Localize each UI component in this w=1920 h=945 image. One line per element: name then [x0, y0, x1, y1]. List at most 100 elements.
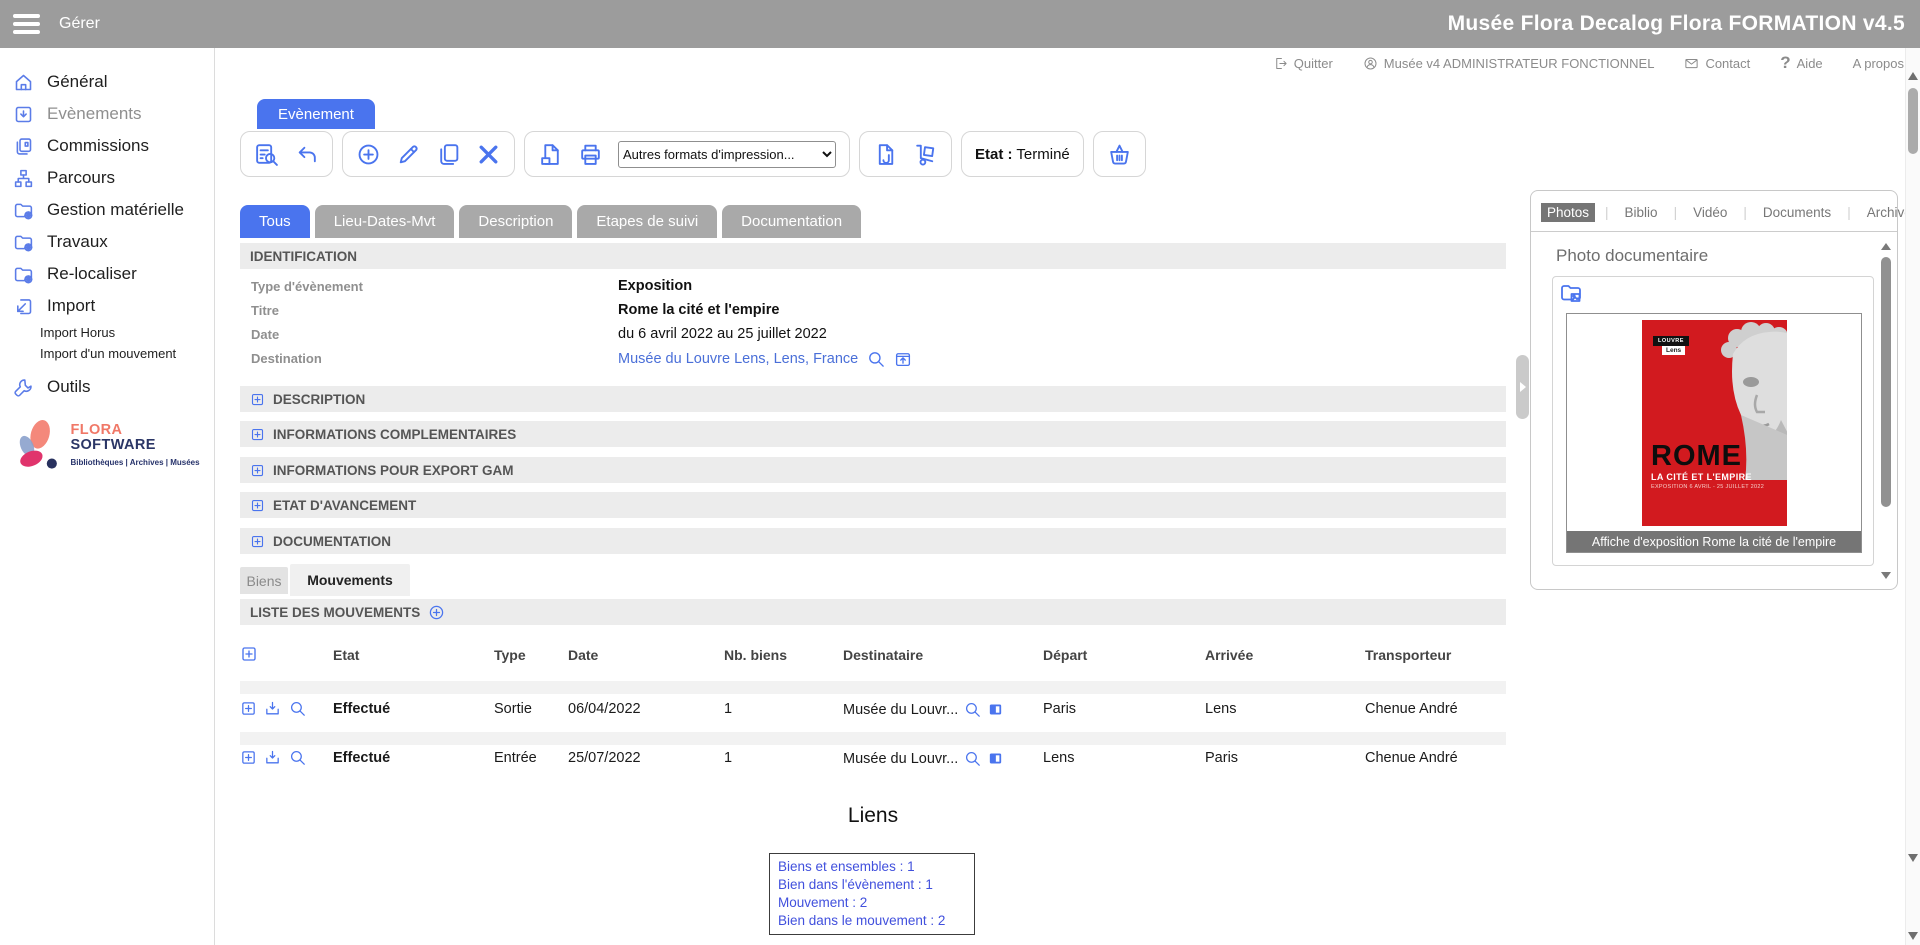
menu-label[interactable]: Gérer	[59, 15, 100, 33]
help-button[interactable]: ? Aide	[1780, 53, 1822, 73]
sidebar-item-relocaliser[interactable]: Re-localiser	[0, 258, 214, 290]
application-window: Gérer Musée Flora Decalog Flora FORMATIO…	[0, 0, 1920, 945]
identification-header: IDENTIFICATION	[240, 243, 1506, 269]
destination-link[interactable]: Musée du Louvre Lens, Lens, France	[618, 351, 858, 367]
expand-plus-icon[interactable]	[250, 534, 265, 549]
lien-bien-evenement[interactable]: Bien dans l'évènement : 1	[778, 876, 966, 894]
sidebar-subitem-import-horus[interactable]: Import Horus	[0, 322, 214, 343]
exhibition-poster-image[interactable]: LOUVRE Lens ROME LA CITÉ ET L'EMPIRE EXP…	[1642, 320, 1787, 526]
panel-tab-biblio[interactable]: Biblio	[1619, 203, 1664, 222]
open-form-icon[interactable]	[987, 701, 1004, 718]
sitemap-icon	[13, 168, 34, 189]
section-etat-avancement[interactable]: ETAT D'AVANCEMENT	[240, 492, 1506, 518]
about-button[interactable]: A propos	[1853, 56, 1904, 71]
tab-documentation[interactable]: Documentation	[722, 205, 861, 238]
scroll-down-icon[interactable]	[1881, 572, 1891, 579]
search-icon[interactable]	[964, 750, 981, 767]
print-document-icon[interactable]	[538, 142, 563, 167]
sidebar-item-parcours[interactable]: Parcours	[0, 162, 214, 194]
expand-row-icon[interactable]	[240, 749, 257, 766]
subtab-mouvements[interactable]: Mouvements	[290, 564, 410, 596]
record-type-tab[interactable]: Evènement	[257, 99, 375, 129]
contact-button[interactable]: Contact	[1684, 56, 1750, 71]
section-informations-export-gam[interactable]: INFORMATIONS POUR EXPORT GAM	[240, 457, 1506, 483]
scroll-thumb[interactable]	[1908, 88, 1918, 154]
delete-x-icon[interactable]	[476, 142, 501, 167]
lien-biens-ensembles[interactable]: Biens et ensembles : 1	[778, 858, 966, 876]
search-icon[interactable]	[867, 350, 885, 368]
panel-scrollbar[interactable]	[1880, 241, 1892, 581]
liens-title: Liens	[240, 804, 1506, 828]
folder-image-icon[interactable]	[1559, 281, 1583, 305]
print-format-select[interactable]: Autres formats d'impression...	[618, 141, 836, 168]
sidebar-item-import[interactable]: Import	[0, 290, 214, 322]
scroll-thumb[interactable]	[1881, 257, 1891, 507]
destinataire-link[interactable]: Musée du Louvr...	[843, 702, 958, 718]
expand-plus-icon[interactable]	[250, 498, 265, 513]
open-record-icon[interactable]	[894, 350, 912, 368]
poster-dates: EXPOSITION 6 AVRIL - 25 JUILLET 2022	[1651, 484, 1764, 490]
poster-subtitle: LA CITÉ ET L'EMPIRE	[1651, 472, 1752, 482]
scroll-down-icon[interactable]	[1908, 854, 1918, 862]
tab-tous[interactable]: Tous	[240, 205, 310, 238]
expand-all-icon[interactable]	[240, 645, 258, 663]
current-user[interactable]: Musée v4 ADMINISTRATEUR FONCTIONNEL	[1363, 56, 1655, 71]
scroll-down-icon[interactable]	[1908, 932, 1918, 940]
divider	[1531, 231, 1897, 232]
photo-box: LOUVRE Lens ROME LA CITÉ ET L'EMPIRE EXP…	[1552, 276, 1874, 566]
quit-button[interactable]: Quitter	[1273, 56, 1333, 71]
movement-row-2[interactable]: Effectué Entrée 25/07/2022 1 Musée du Lo…	[240, 748, 1506, 770]
movement-row-1[interactable]: Effectué Sortie 06/04/2022 1 Musée du Lo…	[240, 699, 1506, 721]
section-documentation[interactable]: DOCUMENTATION	[240, 528, 1506, 554]
sidebar-item-commissions[interactable]: Commissions	[0, 130, 214, 162]
printer-icon[interactable]	[578, 142, 603, 167]
duplicate-icon[interactable]	[436, 142, 461, 167]
expand-plus-icon[interactable]	[250, 463, 265, 478]
sidebar-item-general[interactable]: Général	[0, 66, 214, 98]
section-description[interactable]: DESCRIPTION	[240, 386, 1506, 412]
basket-icon	[1107, 142, 1132, 167]
view-row-icon[interactable]	[289, 700, 306, 717]
tab-etapes-de-suivi[interactable]: Etapes de suivi	[577, 205, 717, 238]
open-form-icon[interactable]	[987, 750, 1004, 767]
panel-tab-photos[interactable]: Photos	[1541, 203, 1595, 222]
expand-row-icon[interactable]	[240, 700, 257, 717]
panel-tab-video[interactable]: Vidéo	[1687, 203, 1733, 222]
tab-lieu-dates-mvt[interactable]: Lieu-Dates-Mvt	[315, 205, 455, 238]
basket-button[interactable]	[1093, 131, 1146, 177]
back-undo-icon[interactable]	[294, 142, 319, 167]
panel-tab-documents[interactable]: Documents	[1757, 203, 1837, 222]
sidebar-item-evenements[interactable]: Evènements	[0, 98, 214, 130]
attach-document-icon[interactable]	[873, 142, 898, 167]
import-row-icon[interactable]	[264, 700, 281, 717]
result-list-icon[interactable]	[254, 142, 279, 167]
scroll-up-icon[interactable]	[1908, 72, 1918, 80]
expand-plus-icon[interactable]	[250, 392, 265, 407]
toolbar-group-edit	[342, 131, 515, 177]
scroll-up-icon[interactable]	[1881, 243, 1891, 250]
sidebar-subitem-import-mouvement[interactable]: Import d'un mouvement	[0, 343, 214, 364]
import-row-icon[interactable]	[264, 749, 281, 766]
sidebar-item-travaux[interactable]: Travaux	[0, 226, 214, 258]
destinataire-link[interactable]: Musée du Louvr...	[843, 751, 958, 767]
lien-mouvement[interactable]: Mouvement : 2	[778, 894, 966, 912]
panel-splitter-handle[interactable]	[1516, 355, 1529, 419]
sidebar-item-gestion-materielle[interactable]: Gestion matérielle	[0, 194, 214, 226]
subtab-biens[interactable]: Biens	[240, 567, 288, 594]
edit-pencil-icon[interactable]	[396, 142, 421, 167]
tab-description[interactable]: Description	[459, 205, 572, 238]
add-movement-icon[interactable]	[428, 604, 445, 621]
wrench-icon	[13, 377, 34, 398]
hamburger-menu-icon[interactable]	[13, 14, 40, 34]
section-informations-complementaires[interactable]: INFORMATIONS COMPLEMENTAIRES	[240, 421, 1506, 447]
view-row-icon[interactable]	[289, 749, 306, 766]
add-record-icon[interactable]	[356, 142, 381, 167]
sidebar-item-outils[interactable]: Outils	[0, 371, 214, 403]
expand-plus-icon[interactable]	[250, 427, 265, 442]
search-icon[interactable]	[964, 701, 981, 718]
toolbar-group-print: Autres formats d'impression...	[524, 131, 850, 177]
page-scrollbar[interactable]	[1905, 48, 1920, 945]
movement-trolley-icon[interactable]	[913, 142, 938, 167]
question-mark-icon: ?	[1780, 53, 1790, 73]
lien-bien-mouvement[interactable]: Bien dans le mouvement : 2	[778, 912, 966, 930]
